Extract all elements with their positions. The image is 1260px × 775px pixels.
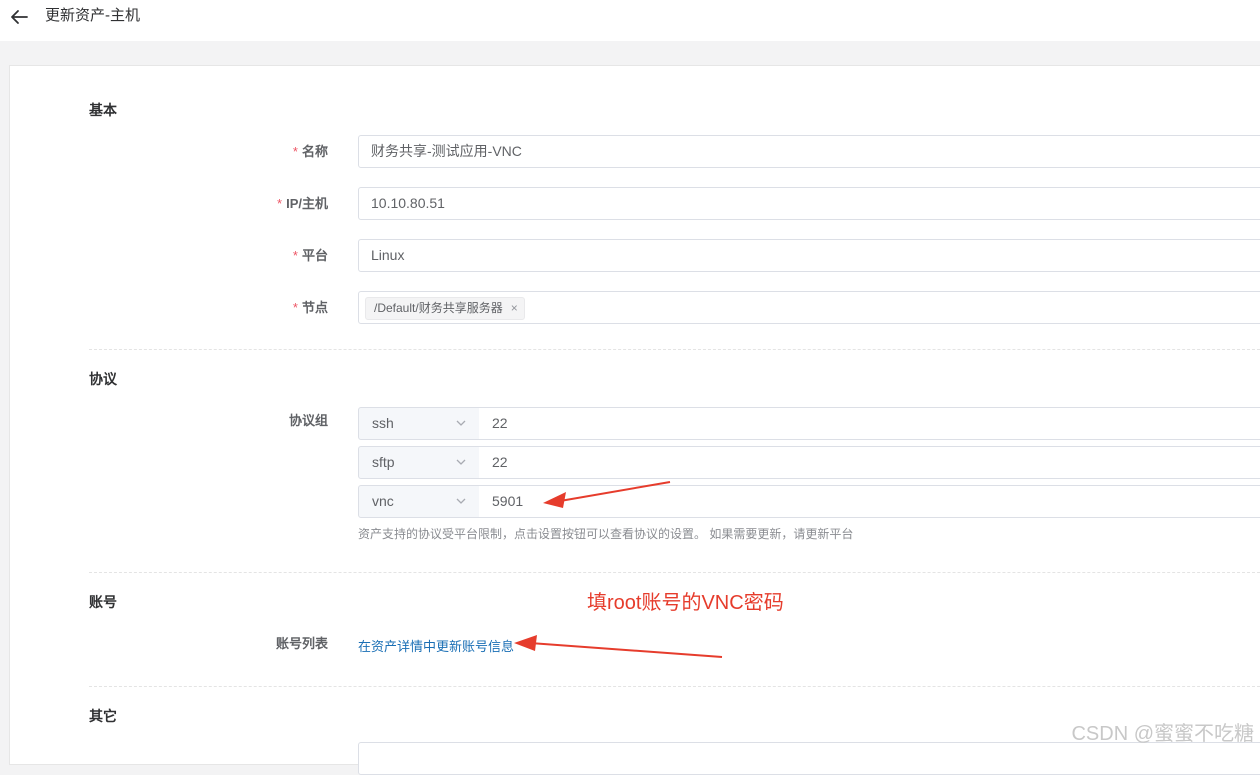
section-divider bbox=[89, 349, 1260, 350]
protocol-name: ssh bbox=[372, 415, 394, 431]
ip-label: * IP/主机 bbox=[88, 195, 328, 213]
name-label-text: 名称 bbox=[301, 144, 328, 159]
section-account-title: 账号 bbox=[89, 594, 117, 610]
protocol-select-vnc[interactable]: vnc bbox=[358, 485, 480, 518]
protocol-port-sftp[interactable]: 22 bbox=[479, 446, 1260, 479]
required-mark: * bbox=[292, 248, 298, 263]
name-input[interactable]: 财务共享-测试应用-VNC bbox=[358, 135, 1260, 168]
required-mark: * bbox=[277, 196, 283, 211]
protocol-name: vnc bbox=[372, 493, 394, 509]
platform-label-text: 平台 bbox=[301, 248, 328, 263]
protocol-select-sftp[interactable]: sftp bbox=[358, 446, 480, 479]
node-label: * 节点 bbox=[88, 299, 328, 317]
protocol-help-text: 资产支持的协议受平台限制，点击设置按钮可以查看协议的设置。 如果需要更新，请更新… bbox=[358, 527, 854, 541]
platform-input[interactable]: Linux bbox=[358, 239, 1260, 272]
ip-label-text: IP/主机 bbox=[286, 196, 328, 211]
chevron-down-icon bbox=[456, 459, 466, 465]
chevron-down-icon bbox=[456, 420, 466, 426]
section-protocol-title: 协议 bbox=[89, 371, 117, 387]
section-basic-title: 基本 bbox=[89, 102, 117, 118]
update-account-link[interactable]: 在资产详情中更新账号信息 bbox=[358, 636, 514, 655]
protocol-name: sftp bbox=[372, 454, 395, 470]
protocol-port-vnc[interactable]: 5901 bbox=[479, 485, 1260, 518]
back-arrow-icon[interactable] bbox=[10, 9, 28, 25]
top-bar: 更新资产-主机 bbox=[0, 0, 1260, 41]
section-other-title: 其它 bbox=[89, 708, 117, 724]
required-mark: * bbox=[292, 144, 298, 159]
ip-input[interactable]: 10.10.80.51 bbox=[358, 187, 1260, 220]
page-title: 更新资产-主机 bbox=[45, 7, 140, 24]
protocol-group-label: 协议组 bbox=[288, 413, 328, 428]
name-label: * 名称 bbox=[88, 143, 328, 161]
platform-label: * 平台 bbox=[88, 247, 328, 265]
protocol-port-ssh[interactable]: 22 bbox=[479, 407, 1260, 440]
required-mark: * bbox=[292, 300, 298, 315]
chevron-down-icon bbox=[456, 498, 466, 504]
section-divider bbox=[89, 572, 1260, 573]
node-tag: /Default/财务共享服务器 × bbox=[365, 297, 525, 320]
node-tag-label: /Default/财务共享服务器 bbox=[374, 301, 503, 315]
node-select[interactable]: /Default/财务共享服务器 × bbox=[358, 291, 1260, 324]
section-divider bbox=[89, 686, 1260, 687]
watermark: CSDN @蜜蜜不吃糖 bbox=[1071, 723, 1254, 745]
other-input[interactable] bbox=[358, 742, 1260, 775]
protocol-select-ssh[interactable]: ssh bbox=[358, 407, 480, 440]
node-label-text: 节点 bbox=[301, 300, 328, 315]
annotation-text: 填root账号的VNC密码 bbox=[587, 592, 784, 614]
close-icon[interactable]: × bbox=[511, 298, 518, 319]
account-list-label: 账号列表 bbox=[275, 636, 328, 651]
